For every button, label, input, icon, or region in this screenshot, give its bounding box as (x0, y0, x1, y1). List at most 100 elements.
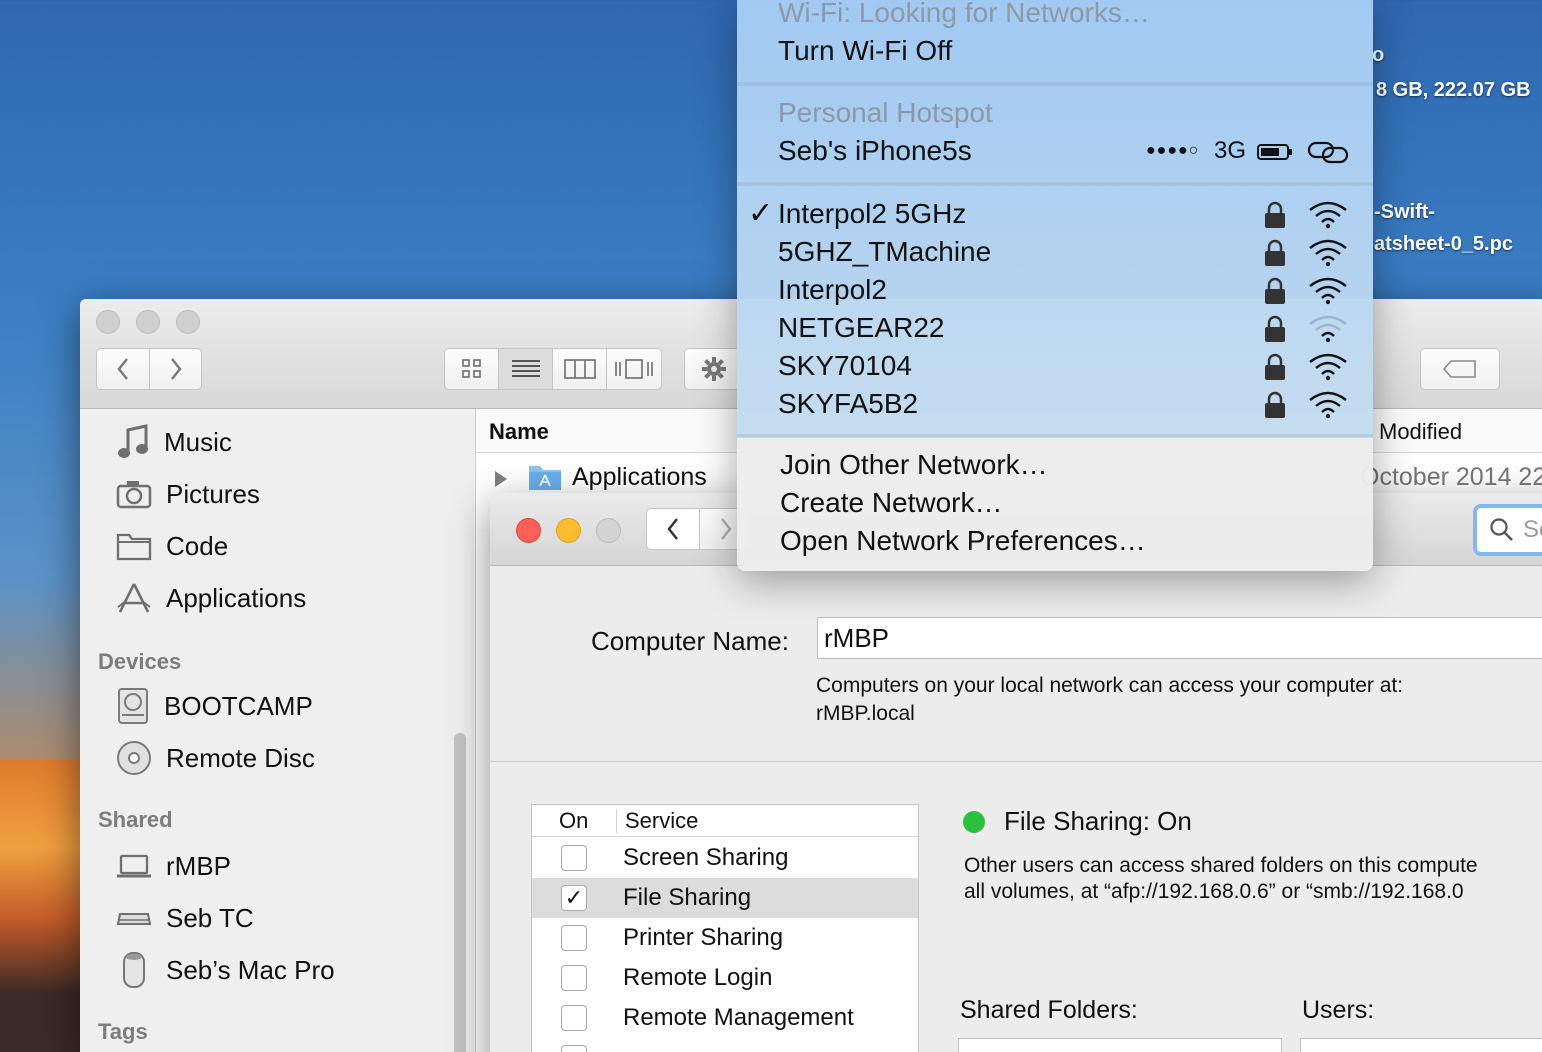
service-row-partial[interactable] (532, 1038, 918, 1052)
desktop-file-name-line1[interactable]: -Swift- (1374, 201, 1435, 224)
lock-icon (1265, 239, 1285, 266)
column-modified-header[interactable]: Modified (1379, 419, 1462, 445)
network-item-5ghz-tmachine[interactable]: 5GHZ_TMachine (737, 233, 1373, 271)
service-checkbox[interactable] (561, 1005, 587, 1031)
menu-separator (737, 82, 1373, 86)
sidebar-item-label: Music (164, 426, 232, 457)
minimize-button[interactable] (556, 518, 581, 543)
tags-button[interactable] (1420, 348, 1500, 390)
divider (490, 761, 1542, 762)
disc-icon (117, 741, 151, 775)
network-item-interpol2[interactable]: Interpol2 (737, 271, 1373, 309)
wifi-signal-icon (1309, 239, 1347, 267)
wifi-signal-icon (1309, 201, 1347, 229)
wifi-signal-icon (1309, 391, 1347, 419)
sidebar-item-remote-disc[interactable]: Remote Disc (116, 738, 315, 778)
view-mode-selector (444, 348, 662, 390)
computer-name-field[interactable]: rMBP (817, 617, 1542, 659)
services-table-header: On Service (532, 805, 918, 837)
finder-sidebar: Music Pictures Code Applications Devices… (80, 409, 475, 1052)
sidebar-heading-devices: Devices (98, 649, 182, 674)
hotspot-link-icon (1307, 141, 1349, 164)
icon-view-button[interactable] (445, 349, 499, 389)
sidebar-item-seb-tc[interactable]: Seb TC (116, 898, 254, 938)
service-checkbox[interactable] (561, 845, 587, 871)
hotspot-item[interactable]: Seb's iPhone5s ●●●●○ 3G (737, 132, 1373, 172)
join-other-network-item[interactable]: Join Other Network… (780, 449, 1048, 481)
lock-icon (1265, 277, 1285, 304)
sidebar-item-applications[interactable]: Applications (116, 578, 306, 618)
back-button[interactable] (646, 508, 700, 550)
list-view-button[interactable] (499, 349, 553, 389)
search-icon (1490, 518, 1513, 541)
network-item-netgear22[interactable]: NETGEAR22 (737, 309, 1373, 347)
forward-button[interactable] (150, 348, 202, 390)
disclosure-triangle-icon[interactable] (493, 469, 509, 489)
shared-folders-list[interactable] (958, 1038, 1282, 1052)
wifi-signal-icon (1309, 315, 1347, 343)
sidebar-item-rmbp[interactable]: rMBP (116, 846, 231, 886)
service-row-remote-management[interactable]: Remote Management (532, 998, 918, 1038)
list-icon (511, 360, 540, 377)
service-checkbox[interactable] (561, 1045, 587, 1052)
service-row-printer-sharing[interactable]: Printer Sharing (532, 918, 918, 958)
column-name-header[interactable]: Name (489, 419, 549, 445)
hotspot-device-name: Seb's iPhone5s (778, 135, 972, 166)
tag-icon (1442, 360, 1476, 378)
column-view-button[interactable] (553, 349, 607, 389)
service-row-screen-sharing[interactable]: Screen Sharing (532, 838, 918, 878)
sidebar-item-music[interactable]: Music (116, 422, 232, 462)
nav-buttons (96, 348, 202, 390)
service-label: File Sharing (623, 884, 752, 911)
status-description-line2: all volumes, at “afp://192.168.0.6” or “… (964, 880, 1464, 903)
create-network-item[interactable]: Create Network… (780, 487, 1003, 519)
close-button[interactable] (516, 518, 541, 543)
wifi-signal-icon (1309, 353, 1347, 381)
sidebar-item-label: Seb TC (166, 902, 254, 933)
network-item-sky70104[interactable]: SKY70104 (737, 347, 1373, 385)
header-on[interactable]: On (559, 808, 588, 834)
search-placeholder: Se (1523, 516, 1542, 543)
sidebar-item-bootcamp[interactable]: BOOTCAMP (116, 686, 313, 726)
service-label: Remote Login (623, 964, 773, 991)
search-field[interactable]: Se (1473, 504, 1542, 556)
camera-icon (116, 481, 152, 509)
turn-wifi-off-item[interactable]: Turn Wi-Fi Off (778, 35, 952, 67)
checkmark-icon: ✓ (564, 885, 584, 910)
network-name: SKYFA5B2 (778, 388, 919, 419)
action-menu-button[interactable] (684, 348, 744, 390)
network-item-skyfa5b2[interactable]: SKYFA5B2 (737, 385, 1373, 423)
lock-icon (1265, 315, 1285, 342)
back-button[interactable] (96, 348, 150, 390)
minimize-button[interactable] (136, 310, 160, 334)
network-name: Interpol2 5GHz (778, 198, 967, 229)
close-button[interactable] (96, 310, 120, 334)
music-note-icon (118, 424, 148, 458)
network-name: 5GHZ_TMachine (778, 236, 992, 267)
sidebar-item-seb-mac-pro[interactable]: Seb’s Mac Pro (116, 950, 335, 990)
zoom-button[interactable] (596, 518, 621, 543)
service-checkbox[interactable] (561, 925, 587, 951)
service-row-file-sharing[interactable]: ✓ File Sharing (532, 878, 918, 918)
services-table: On Service Screen Sharing ✓ File Sharing… (531, 804, 919, 1052)
network-name: NETGEAR22 (778, 312, 945, 343)
status-indicator (963, 811, 985, 833)
checkmark-icon: ✓ (748, 197, 774, 230)
open-network-preferences-item[interactable]: Open Network Preferences… (780, 525, 1146, 557)
service-label: Remote Management (623, 1004, 854, 1031)
service-checkbox[interactable]: ✓ (561, 885, 587, 911)
users-list[interactable] (1300, 1038, 1542, 1052)
battery-icon (1257, 144, 1292, 160)
cover-flow-button[interactable] (607, 349, 661, 389)
desktop-file-name-line2[interactable]: atsheet-0_5.pc (1374, 233, 1513, 256)
sidebar-scrollbar[interactable] (454, 733, 466, 1052)
zoom-button[interactable] (176, 310, 200, 334)
sidebar-item-pictures[interactable]: Pictures (116, 474, 260, 514)
service-row-remote-login[interactable]: Remote Login (532, 958, 918, 998)
sidebar-item-label: rMBP (166, 850, 231, 881)
header-service[interactable]: Service (625, 808, 698, 834)
cover-flow-icon (615, 359, 653, 379)
sidebar-item-code[interactable]: Code (116, 526, 228, 566)
network-item-interpol2-5ghz[interactable]: ✓ Interpol2 5GHz (737, 195, 1373, 233)
service-checkbox[interactable] (561, 965, 587, 991)
